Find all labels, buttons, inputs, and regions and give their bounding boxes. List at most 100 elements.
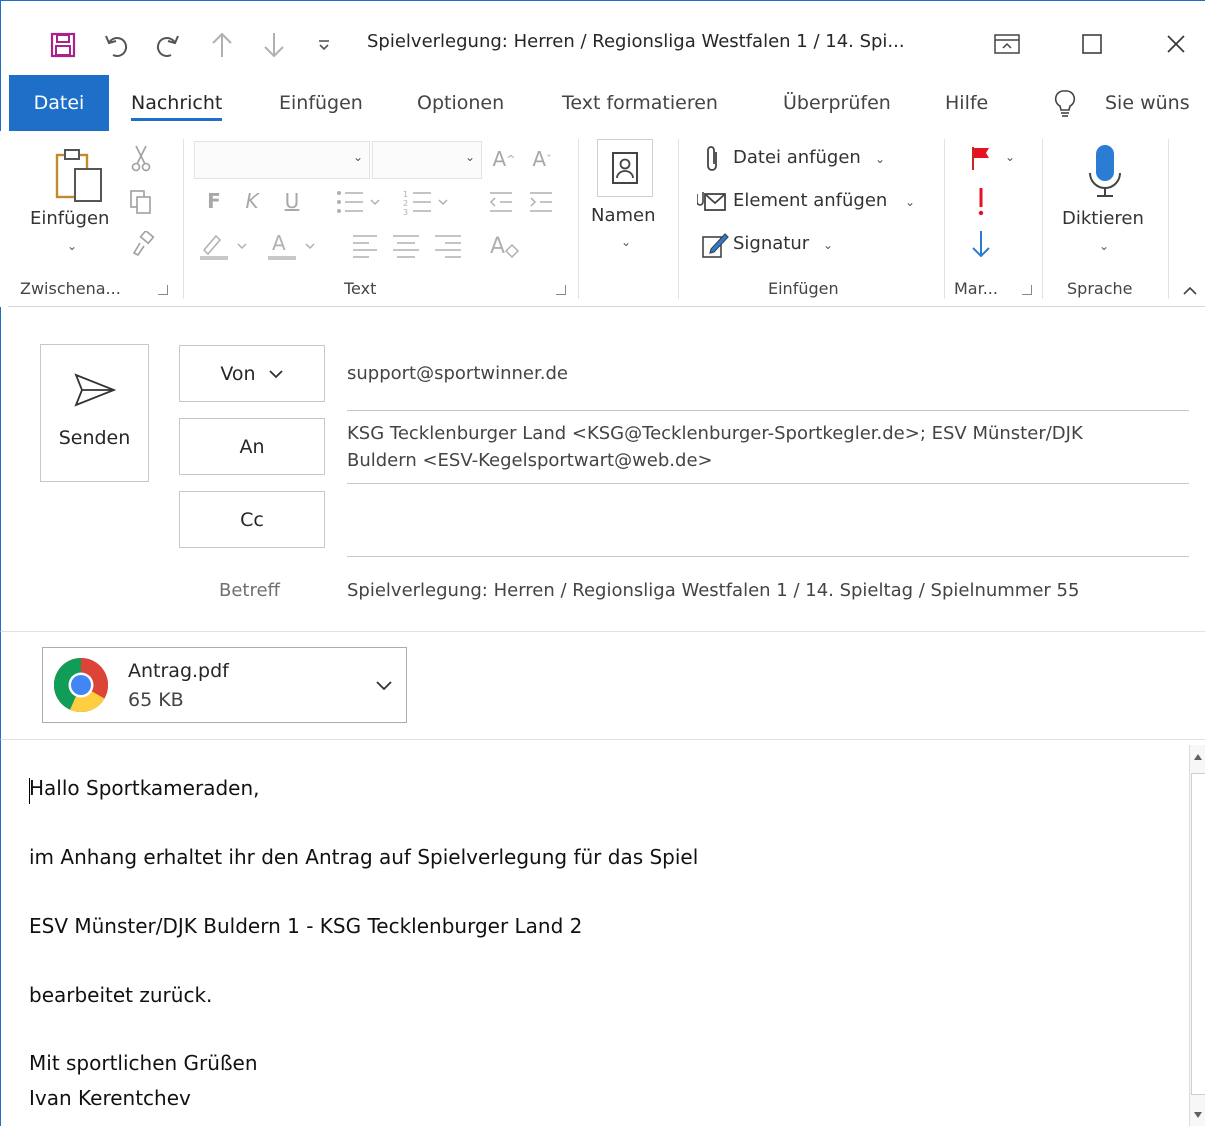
save-icon[interactable] [48, 30, 78, 60]
send-button[interactable]: Senden [40, 344, 149, 482]
from-label: Von [220, 362, 256, 385]
increase-indent-icon[interactable] [526, 187, 556, 217]
group-separator [183, 139, 184, 299]
from-value: support@sportwinner.de [347, 363, 568, 384]
text-launcher-icon[interactable] [556, 285, 566, 295]
attach-file-button[interactable]: Datei anfügen [733, 147, 861, 168]
flag-dropdown-icon[interactable]: ⌄ [1004, 149, 1016, 165]
tell-me-search[interactable]: Sie wüns [1105, 75, 1190, 131]
copy-icon[interactable] [126, 187, 156, 217]
paperclip-icon[interactable] [700, 143, 726, 175]
font-family-dropdown[interactable]: ⌄ [194, 141, 370, 179]
cc-button[interactable]: Cc [179, 491, 325, 548]
font-size-dropdown[interactable]: ⌄ [372, 141, 482, 179]
tab-format-text[interactable]: Text formatieren [562, 75, 718, 131]
redo-icon[interactable] [153, 30, 183, 60]
signature-button[interactable]: Signatur [733, 233, 809, 254]
dictate-dropdown-icon[interactable]: ⌄ [1098, 239, 1110, 253]
chevron-down-icon [268, 369, 283, 378]
numbered-list-icon[interactable]: 123 [400, 187, 456, 217]
group-label-voice: Sprache [1067, 279, 1133, 298]
font-color-icon[interactable]: A [264, 229, 320, 261]
arrow-down-icon[interactable] [259, 30, 289, 60]
compose-header: Senden Von support@sportwinner.de An KSG… [0, 307, 1205, 631]
arrow-up-icon[interactable] [207, 30, 237, 60]
bullet-list-icon[interactable] [332, 187, 388, 217]
title-bar: Spielverlegung: Herren / Regionsliga Wes… [0, 0, 1205, 75]
dictate-button[interactable]: Diktieren [1062, 208, 1144, 229]
body-line: im Anhang erhaltet ihr den Antrag auf Sp… [29, 845, 699, 869]
grow-font-icon[interactable]: A ^ [490, 143, 518, 175]
signature-icon[interactable] [700, 229, 730, 261]
attachment-item[interactable]: Antrag.pdf 65 KB [42, 647, 407, 723]
close-icon[interactable] [1156, 27, 1196, 61]
group-separator [678, 139, 679, 299]
scroll-up-icon[interactable] [1193, 753, 1203, 761]
tab-help[interactable]: Hilfe [945, 75, 988, 131]
lightbulb-icon[interactable] [1053, 75, 1077, 131]
send-icon [74, 373, 116, 407]
low-importance-icon[interactable] [966, 227, 996, 261]
shrink-font-icon[interactable]: Aˇ [528, 143, 556, 175]
scroll-thumb[interactable] [1191, 773, 1205, 1095]
tab-file[interactable]: Datei [9, 75, 109, 131]
tab-review[interactable]: Überprüfen [783, 75, 891, 131]
to-divider [347, 483, 1189, 484]
names-button[interactable]: Namen [591, 205, 656, 226]
undo-icon[interactable] [101, 30, 131, 60]
to-value-line: Buldern <ESV-Kegelsportwart@web.de> [347, 450, 713, 471]
clear-formatting-icon[interactable]: A [486, 229, 522, 261]
alignment-icons[interactable] [346, 229, 472, 261]
attach-item-icon[interactable] [696, 187, 728, 217]
names-dropdown-icon[interactable]: ⌄ [620, 235, 632, 249]
clipboard-launcher-icon[interactable] [158, 285, 168, 295]
italic-button[interactable]: K [240, 185, 264, 217]
bold-button[interactable]: F [202, 185, 226, 217]
to-field[interactable]: KSG Tecklenburger Land <KSG@Tecklenburge… [347, 420, 1083, 474]
cut-icon[interactable] [128, 143, 154, 173]
to-value-line: KSG Tecklenburger Land <KSG@Tecklenburge… [347, 423, 1083, 444]
signature-dropdown-icon[interactable]: ⌄ [822, 237, 834, 253]
vertical-scrollbar[interactable] [1189, 745, 1205, 1126]
body-line: Ivan Kerentchev [29, 1086, 191, 1110]
customize-icon[interactable] [309, 30, 339, 60]
decrease-indent-icon[interactable] [486, 187, 516, 217]
ribbon-display-options-icon[interactable] [987, 27, 1027, 61]
tab-options[interactable]: Optionen [417, 75, 504, 131]
from-button[interactable]: Von [179, 345, 325, 402]
group-label-include: Einfügen [768, 279, 839, 298]
underline-button[interactable]: U [280, 185, 304, 217]
body-line: ESV Münster/DJK Buldern 1 - KSG Tecklenb… [29, 914, 583, 938]
paste-dropdown-icon[interactable]: ⌄ [66, 239, 78, 253]
body-line: Mit sportlichen Grüßen [29, 1051, 258, 1075]
maximize-icon[interactable] [1072, 27, 1112, 61]
highlight-color-icon[interactable] [196, 229, 252, 261]
paste-icon[interactable] [52, 145, 108, 205]
group-label-clipboard: Zwischena... [20, 279, 121, 298]
subject-field[interactable]: Spielverlegung: Herren / Regionsliga Wes… [347, 580, 1079, 601]
format-painter-icon[interactable] [128, 229, 158, 259]
chevron-down-icon[interactable] [375, 680, 393, 692]
svg-text:3: 3 [403, 208, 408, 215]
attach-item-dropdown-icon[interactable]: ⌄ [904, 194, 916, 210]
group-label-text: Text [344, 279, 377, 298]
message-body[interactable]: Hallo Sportkameraden, im Anhang erhaltet… [0, 740, 1205, 1126]
from-divider [347, 410, 1189, 411]
address-book-icon[interactable] [597, 139, 653, 197]
microphone-icon[interactable] [1082, 141, 1128, 203]
high-importance-icon[interactable] [966, 185, 996, 217]
attach-item-button[interactable]: Element anfügen [733, 190, 887, 211]
body-line: bearbeitet zurück. [29, 983, 213, 1007]
to-button[interactable]: An [179, 418, 325, 475]
ribbon-tabs: Datei Nachricht Einfügen Optionen Text f… [0, 75, 1205, 131]
tags-launcher-icon[interactable] [1022, 285, 1032, 295]
paste-button[interactable]: Einfügen [30, 208, 109, 229]
group-separator [944, 139, 945, 299]
tab-message[interactable]: Nachricht [131, 75, 223, 131]
tab-insert[interactable]: Einfügen [279, 75, 363, 131]
cc-divider [347, 556, 1189, 557]
scroll-down-icon[interactable] [1193, 1111, 1203, 1119]
collapse-ribbon-icon[interactable] [1180, 281, 1200, 301]
flag-icon[interactable] [966, 143, 996, 173]
attach-file-dropdown-icon[interactable]: ⌄ [874, 151, 886, 167]
